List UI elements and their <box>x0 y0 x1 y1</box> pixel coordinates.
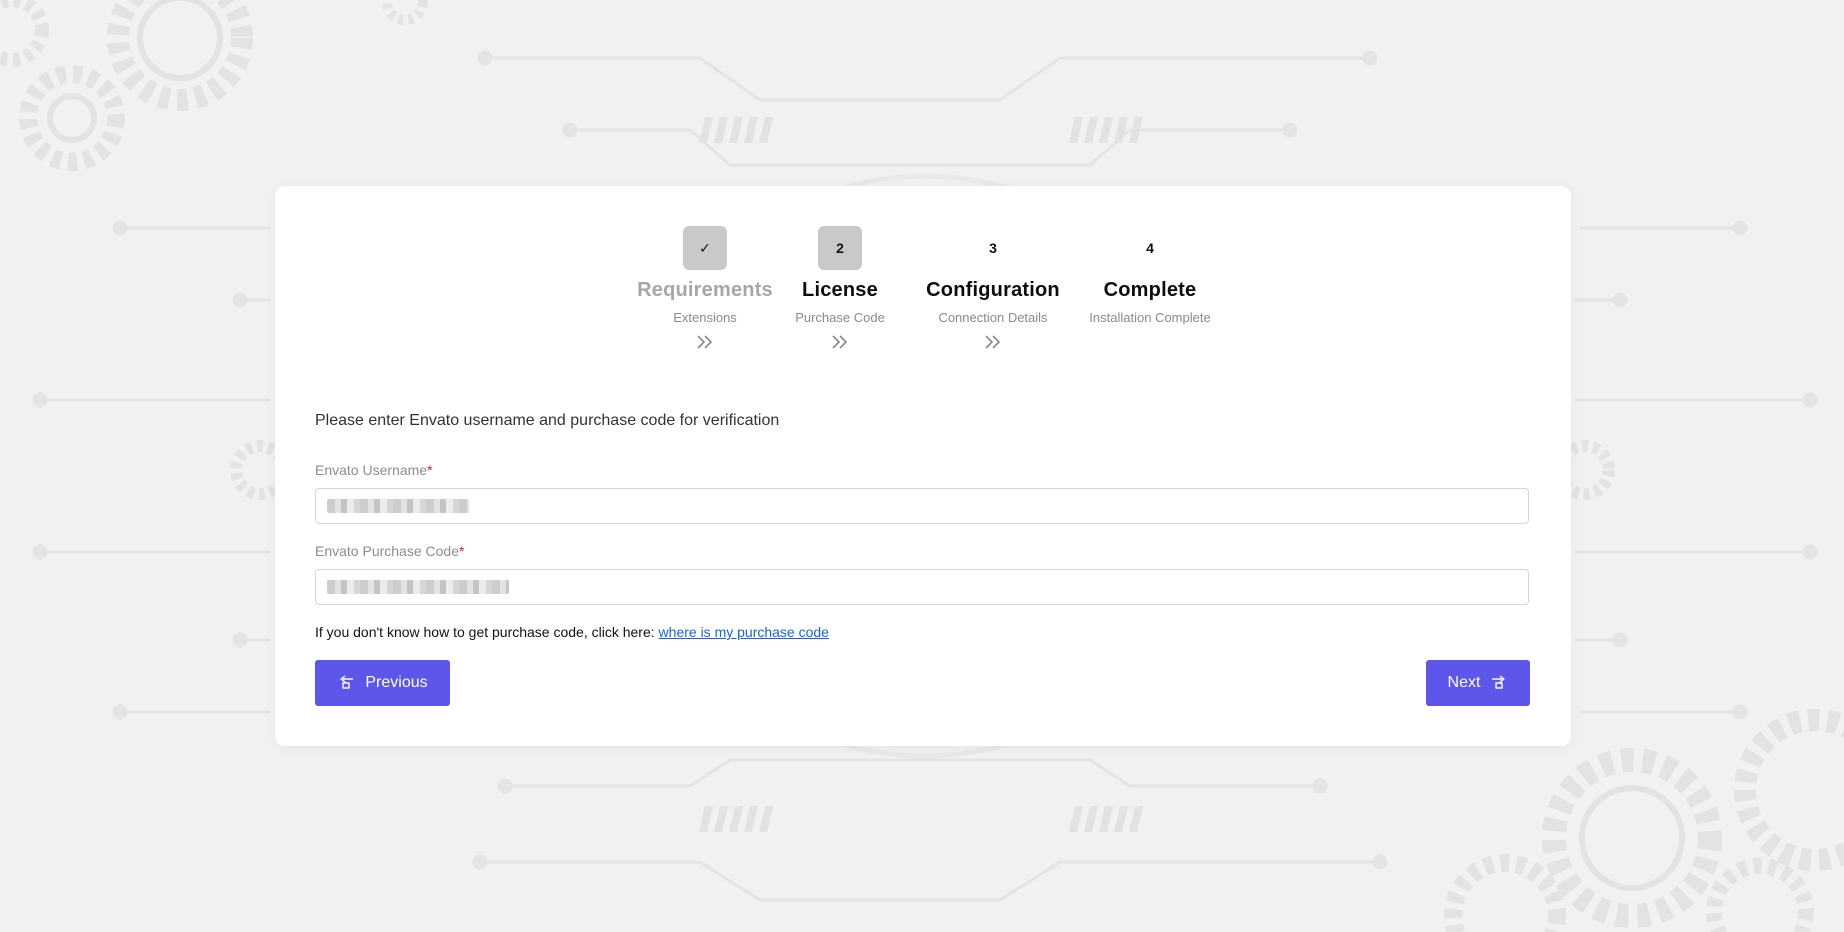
step-subtitle: Purchase Code <box>795 310 885 325</box>
required-asterisk: * <box>458 543 465 559</box>
step-number-badge: 4 <box>1146 240 1154 256</box>
help-text: If you don't know how to get purchase co… <box>315 624 659 640</box>
install-wizard-card: ✓ Requirements Extensions 2 License Purc… <box>275 186 1571 746</box>
next-button[interactable]: Next <box>1426 660 1530 706</box>
step-requirements: ✓ Requirements Extensions <box>630 226 780 351</box>
hand-pointing-right-icon <box>1492 675 1506 689</box>
double-chevron-right-icon <box>697 335 713 349</box>
purchase-code-label: Envato Purchase Code* <box>315 543 464 559</box>
previous-button[interactable]: Previous <box>315 660 450 706</box>
where-is-purchase-code-link[interactable]: where is my purchase code <box>659 624 829 640</box>
form-instructions: Please enter Envato username and purchas… <box>315 412 780 429</box>
step-subtitle: Extensions <box>673 310 737 325</box>
username-label: Envato Username* <box>315 462 433 478</box>
step-check-badge: ✓ <box>683 226 727 270</box>
username-label-text: Envato Username <box>315 462 428 478</box>
purchase-code-help: If you don't know how to get purchase co… <box>315 624 829 640</box>
step-license: 2 License Purchase Code <box>790 226 890 351</box>
step-title: Configuration <box>926 279 1060 301</box>
required-asterisk: * <box>427 462 433 478</box>
step-subtitle: Connection Details <box>938 310 1048 325</box>
step-number-badge: 2 <box>818 226 862 270</box>
double-chevron-right-icon <box>832 335 848 349</box>
step-configuration: 3 Configuration Connection Details <box>913 226 1073 351</box>
double-chevron-right-icon <box>985 335 1001 349</box>
step-title: Requirements <box>637 279 773 301</box>
next-button-label: Next <box>1447 674 1481 691</box>
previous-button-label: Previous <box>365 674 428 691</box>
envato-username-input[interactable] <box>315 488 1529 524</box>
purchase-code-label-text: Envato Purchase Code <box>315 543 459 559</box>
checkmark-icon: ✓ <box>699 239 711 256</box>
step-number-badge: 3 <box>989 240 997 256</box>
step-title: License <box>802 279 878 301</box>
redacted-username-value <box>327 499 469 513</box>
step-subtitle: Installation Complete <box>1089 310 1211 325</box>
hand-pointing-left-icon <box>340 675 354 689</box>
step-complete: 4 Complete Installation Complete <box>1080 226 1220 325</box>
redacted-purchase-code-value <box>327 580 509 594</box>
step-title: Complete <box>1103 279 1197 301</box>
